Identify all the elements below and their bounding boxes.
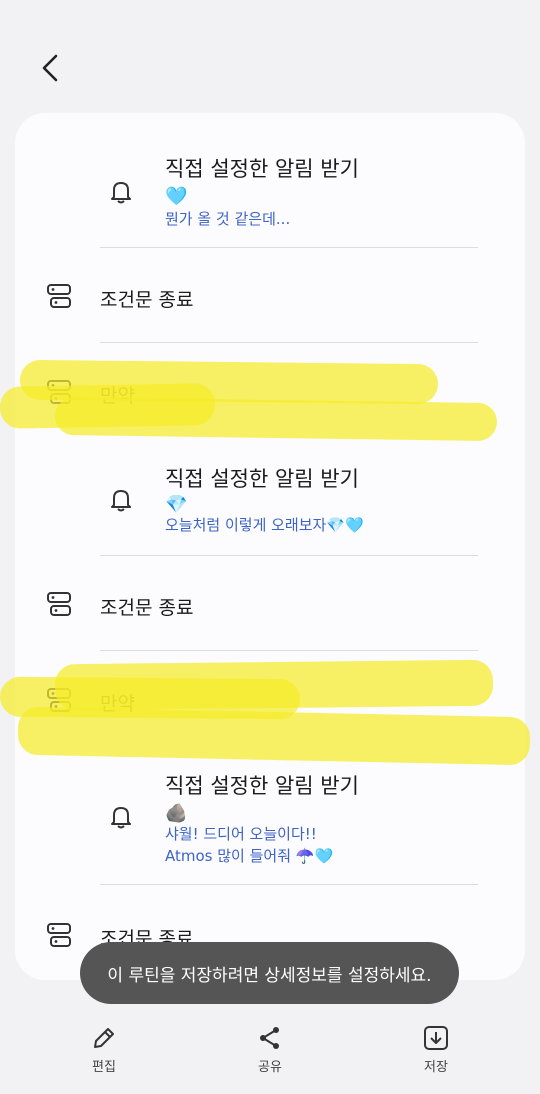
toast-text: 이 루틴을 저장하려면 상세정보를 설정하세요. <box>107 965 432 986</box>
bell-icon <box>111 490 131 512</box>
save-button[interactable]: 저장 <box>396 1024 476 1075</box>
condition-end-label: 조건문 종료 <box>100 289 194 311</box>
pencil-icon <box>94 1028 114 1048</box>
bell-icon <box>111 182 131 204</box>
toast-message: 이 루틴을 저장하려면 상세정보를 설정하세요. <box>80 942 459 1004</box>
notification-action-1[interactable]: 직접 설정한 알림 받기 🩵 뭔가 올 것 같은데... <box>15 143 525 247</box>
chevron-left-icon <box>42 54 58 82</box>
notification-title: 직접 설정한 알림 받기 <box>165 467 359 491</box>
notification-title: 직접 설정한 알림 받기 <box>165 774 359 798</box>
notification-action-3[interactable]: 직접 설정한 알림 받기 🪨 샤월! 드디어 오늘이다!! Atmos 많이 들… <box>15 758 525 884</box>
condition-icon <box>47 284 71 308</box>
condition-end-2[interactable]: 조건문 종료 <box>15 577 525 633</box>
save-label: 저장 <box>424 1060 448 1075</box>
notification-message: 오늘처럼 이렇게 오래보자💎🩵 <box>165 516 364 534</box>
share-button[interactable]: 공유 <box>230 1024 310 1075</box>
routine-card: 직접 설정한 알림 받기 🩵 뭔가 올 것 같은데... 조건문 종료 만약 직… <box>15 113 525 980</box>
notification-message-line-1: 샤월! 드디어 오늘이다!! <box>165 825 317 843</box>
divider <box>100 247 478 248</box>
notification-title: 직접 설정한 알림 받기 <box>165 157 359 181</box>
back-button[interactable] <box>30 48 70 88</box>
edit-button[interactable]: 편집 <box>64 1024 144 1075</box>
notification-message-line-2: Atmos 많이 들어줘 ☂️🩵 <box>165 847 334 865</box>
condition-icon <box>47 923 71 947</box>
divider <box>100 555 478 556</box>
notification-emoji: 🪨 <box>165 803 188 824</box>
notification-emoji: 🩵 <box>165 186 188 207</box>
notification-action-2[interactable]: 직접 설정한 알림 받기 💎 오늘처럼 이렇게 오래보자💎🩵 <box>15 453 525 557</box>
edit-label: 편집 <box>92 1060 116 1075</box>
notification-message: 뭔가 올 것 같은데... <box>165 210 291 228</box>
condition-end-label: 조건문 종료 <box>100 597 194 619</box>
condition-end-1[interactable]: 조건문 종료 <box>15 269 525 325</box>
download-icon <box>424 1026 448 1050</box>
share-label: 공유 <box>258 1060 282 1075</box>
notification-emoji: 💎 <box>165 494 188 515</box>
divider <box>100 884 478 885</box>
share-icon <box>260 1027 279 1049</box>
divider <box>100 342 478 343</box>
divider <box>100 650 478 651</box>
condition-icon <box>47 592 71 616</box>
bell-icon <box>111 807 131 829</box>
